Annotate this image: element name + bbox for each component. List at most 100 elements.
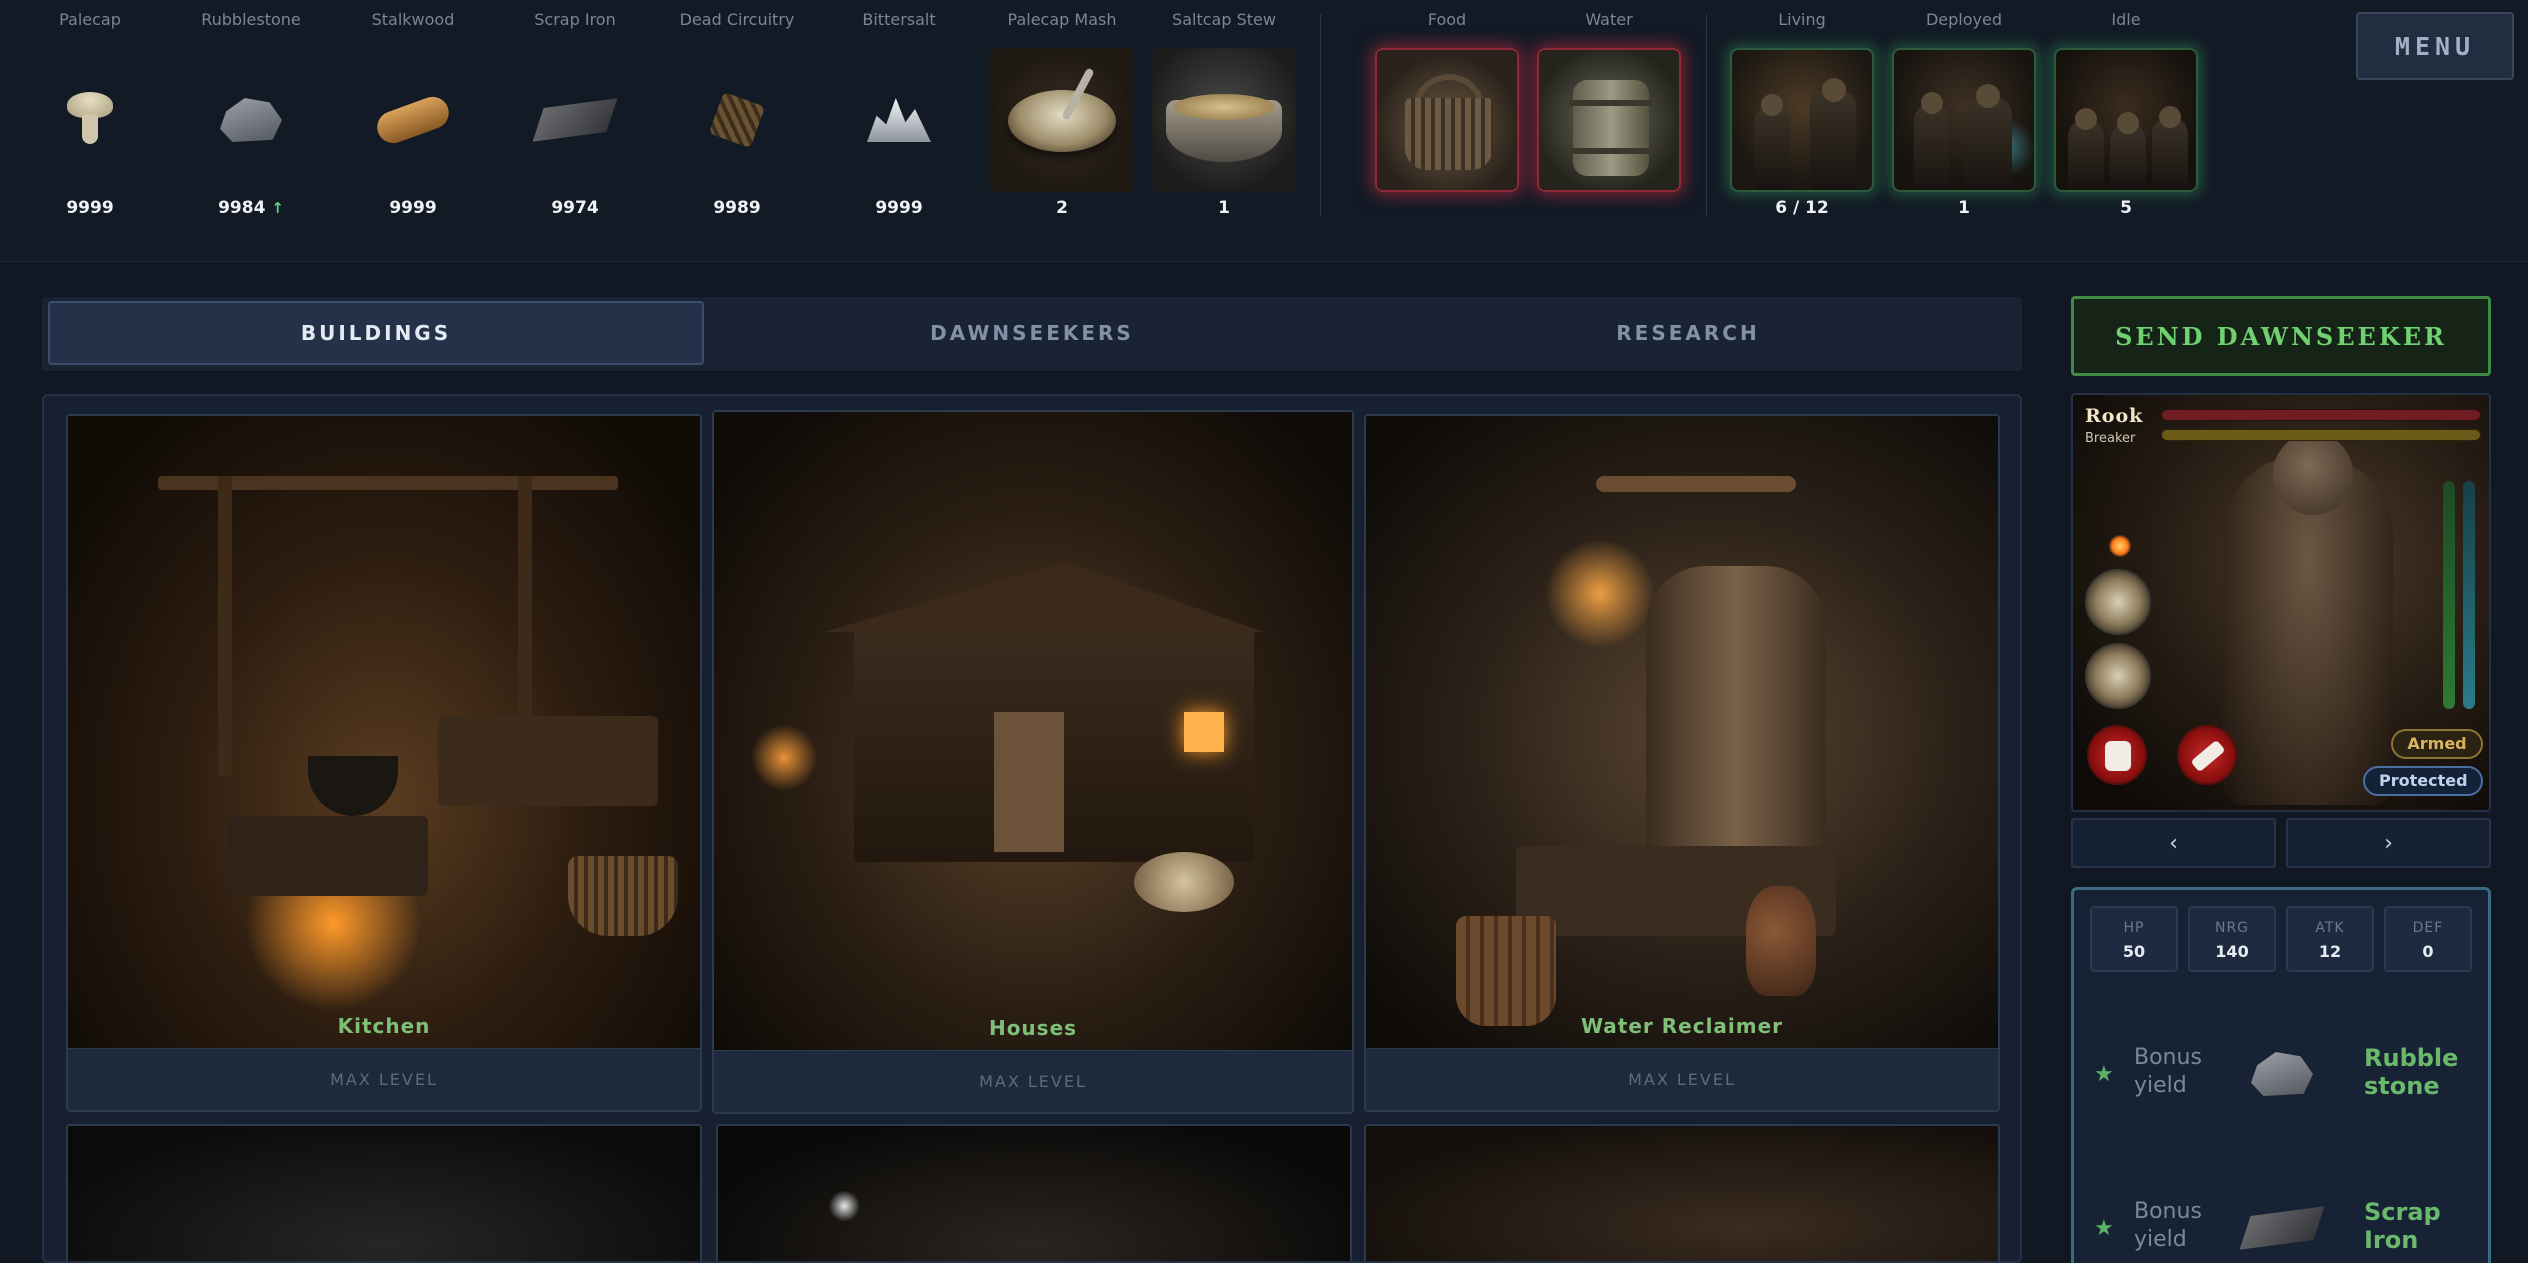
resource-label: Dead Circuitry: [679, 10, 795, 29]
stat-def: DEF 0: [2384, 906, 2472, 972]
building-card-kitchen[interactable]: Kitchen MAX LEVEL: [66, 414, 702, 1112]
rubblestone-icon: [2244, 1042, 2320, 1106]
dawnseeker-role: Breaker: [2085, 431, 2136, 446]
morale-bar: [2443, 481, 2455, 709]
water-reclaimer-image: [1366, 416, 1998, 1050]
resource-count: 9989: [713, 198, 761, 218]
bonus-label: Bonus yield: [2134, 1045, 2202, 1098]
bonus-label: Bonus yield: [2134, 1199, 2202, 1252]
stat-value: 50: [2122, 942, 2146, 961]
tab-dawnseekers[interactable]: DAWNSEEKERS: [704, 301, 1360, 365]
health-bar: [2161, 409, 2481, 421]
building-image: [1366, 1126, 1998, 1261]
building-card[interactable]: [716, 1124, 1352, 1261]
water-bar: [2463, 481, 2475, 709]
resource-count: 9999: [66, 198, 114, 218]
resource-label: Bittersalt: [862, 10, 936, 29]
dawnseeker-head: [2273, 433, 2353, 515]
armor-gear-icon[interactable]: [2087, 725, 2147, 785]
resource-count: 9999: [389, 198, 437, 218]
dead-circuitry-icon: [665, 48, 809, 192]
idle-people-icon: [2054, 48, 2198, 192]
resource-count: 9999: [875, 198, 923, 218]
population-label: Deployed: [1925, 10, 2003, 29]
tab-buildings[interactable]: BUILDINGS: [48, 301, 704, 365]
stat-value: 0: [2422, 942, 2434, 961]
food-basket-icon: [1375, 48, 1519, 192]
stat-label: HP: [2123, 920, 2145, 936]
stat-label: ATK: [2315, 920, 2345, 936]
resource-label: Saltcap Stew: [1172, 10, 1276, 29]
population-label: Living: [1778, 10, 1826, 29]
population-label: Idle: [2111, 10, 2141, 29]
building-card-water-reclaimer[interactable]: Water Reclaimer MAX LEVEL: [1364, 414, 2000, 1112]
previous-dawnseeker-button[interactable]: ‹: [2071, 818, 2276, 868]
stat-nrg: NRG 140: [2188, 906, 2276, 972]
stat-value: 12: [2318, 942, 2342, 961]
building-level-status: MAX LEVEL: [714, 1050, 1352, 1112]
next-dawnseeker-button[interactable]: ›: [2286, 818, 2491, 868]
divider: [1320, 14, 1321, 216]
rubblestone-icon: [179, 48, 323, 192]
armed-status-badge: Armed: [2391, 729, 2483, 759]
need-label: Water: [1585, 10, 1633, 29]
resource-count: 2: [1056, 198, 1068, 218]
bittersalt-icon: [827, 48, 971, 192]
bonus-yield-rubblestone: ★ Bonus yield Rubble stone: [2094, 1026, 2474, 1126]
star-icon: ★: [2094, 1062, 2114, 1087]
living-people-icon: [1730, 48, 1874, 192]
star-icon: ★: [2094, 1216, 2114, 1241]
tab-bar: BUILDINGS DAWNSEEKERS RESEARCH: [42, 297, 2022, 371]
bonus-resource: Rubble stone: [2364, 1044, 2459, 1100]
resource-count: 9974: [551, 198, 599, 218]
bonus-resource: Scrap Iron: [2364, 1198, 2441, 1254]
send-dawnseeker-button[interactable]: SEND DAWNSEEKER: [2071, 296, 2491, 376]
bonus-yield-scrap-iron: ★ Bonus yield Scrap Iron: [2094, 1180, 2474, 1263]
resource-label: Palecap Mash: [1007, 10, 1117, 29]
stat-value: 140: [2215, 942, 2249, 961]
resource-label: Scrap Iron: [534, 10, 616, 29]
kitchen-image: [68, 416, 700, 1050]
saltcap-stew-pot-icon: [1152, 48, 1296, 192]
buildings-grid: Kitchen MAX LEVEL Houses MAX LEVEL Water…: [42, 394, 2022, 1263]
tab-research[interactable]: RESEARCH: [1360, 301, 2016, 365]
building-name: Kitchen: [337, 1014, 431, 1038]
resource-count: 1: [1218, 198, 1230, 218]
weapon-gear-icon[interactable]: [2177, 725, 2237, 785]
building-level-status: MAX LEVEL: [68, 1048, 700, 1110]
palecap-mash-bowl-icon: [990, 48, 1134, 192]
building-card[interactable]: [1364, 1124, 2000, 1261]
stat-atk: ATK 12: [2286, 906, 2374, 972]
menu-button[interactable]: MENU: [2356, 12, 2514, 80]
scrap-iron-icon: [503, 48, 647, 192]
resource-label: Rubblestone: [201, 10, 301, 29]
stalkwood-log-icon: [341, 48, 485, 192]
resource-label: Palecap: [59, 10, 121, 29]
building-image: [68, 1126, 700, 1261]
torch-light: [2109, 535, 2131, 557]
food-slot-mash-icon[interactable]: [2085, 569, 2151, 635]
building-card[interactable]: [66, 1124, 702, 1261]
energy-bar: [2161, 429, 2481, 441]
houses-image: [714, 412, 1352, 1052]
dawnseeker-name: Rook: [2085, 405, 2144, 427]
dawnseeker-stats-panel: HP 50 NRG 140 ATK 12 DEF 0 ★ Bonus yield…: [2071, 887, 2491, 1263]
dawnseeker-portrait: Rook Breaker Armed Protected: [2071, 393, 2491, 812]
population-count: 5: [2120, 198, 2132, 218]
trend-up-icon: ↑: [271, 199, 284, 217]
food-slot-stew-icon[interactable]: [2085, 643, 2151, 709]
stat-label: DEF: [2412, 920, 2444, 936]
building-level-status: MAX LEVEL: [1366, 1048, 1998, 1110]
resource-label: Stalkwood: [371, 10, 455, 29]
stat-label: NRG: [2214, 920, 2250, 936]
population-count: 6 / 12: [1775, 198, 1829, 218]
stat-hp: HP 50: [2090, 906, 2178, 972]
water-barrel-icon: [1537, 48, 1681, 192]
protected-status-badge: Protected: [2363, 766, 2483, 796]
building-image: [718, 1126, 1350, 1261]
building-card-houses[interactable]: Houses MAX LEVEL: [712, 410, 1354, 1114]
population-count: 1: [1958, 198, 1970, 218]
need-label: Food: [1427, 10, 1467, 29]
resource-bar: Palecap 9999 Rubblestone 9984 ↑ Stalkwoo…: [0, 0, 2528, 262]
palecap-mushroom-icon: [18, 48, 162, 192]
